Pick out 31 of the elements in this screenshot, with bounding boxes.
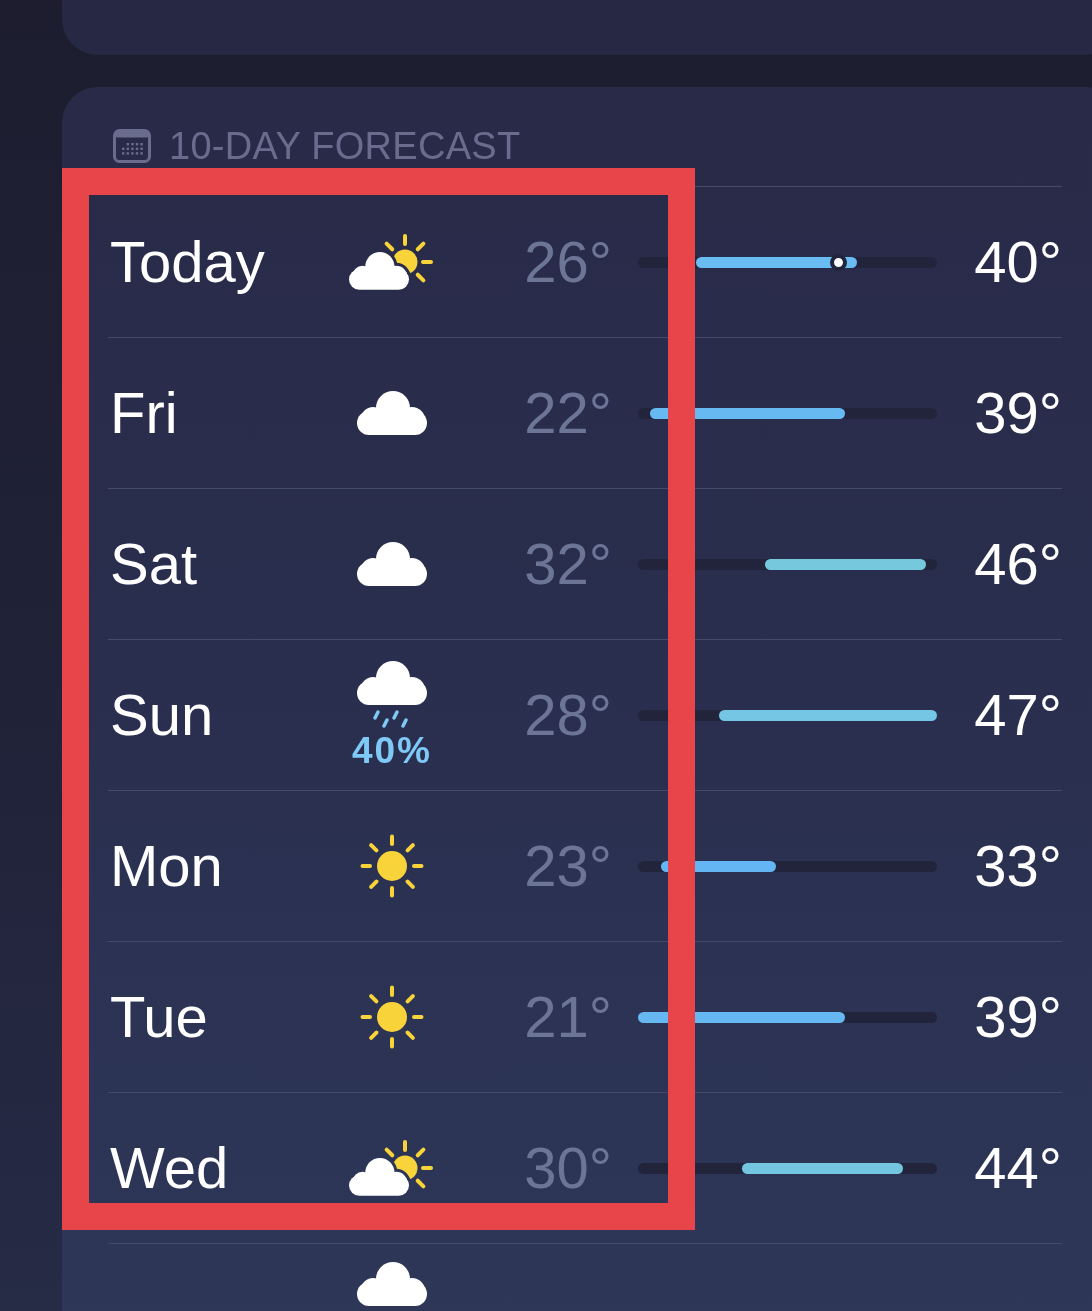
- day-label: Wed: [110, 1139, 229, 1197]
- day-label: Tue: [110, 988, 208, 1046]
- high-temperature: 39°: [974, 988, 1062, 1046]
- day-label: Sat: [110, 535, 198, 593]
- high-temperature: 33°: [974, 837, 1062, 895]
- precipitation-chance: 40%: [351, 731, 433, 770]
- calendar-icon: [113, 129, 151, 163]
- low-temperature: 28°: [524, 686, 612, 744]
- cloud-icon: [357, 1262, 427, 1306]
- cloud-icon: [357, 391, 427, 435]
- high-temperature: 47°: [974, 686, 1062, 744]
- high-temperature: 39°: [974, 384, 1062, 442]
- high-temperature: 44°: [974, 1139, 1062, 1197]
- day-label: Sun: [110, 686, 214, 744]
- section-title: 10-DAY FORECAST: [169, 125, 521, 167]
- low-temperature: 30°: [524, 1139, 612, 1197]
- sun-icon: [360, 985, 424, 1049]
- low-temperature: 22°: [524, 384, 612, 442]
- day-label: Mon: [110, 837, 223, 895]
- day-label: Fri: [110, 384, 178, 442]
- high-temperature: 40°: [974, 233, 1062, 291]
- low-temperature: 32°: [524, 535, 612, 593]
- low-temperature: 26°: [524, 233, 612, 291]
- high-temperature: 46°: [974, 535, 1062, 593]
- sun-icon: [360, 834, 424, 898]
- rain-cloud-icon: [357, 660, 427, 728]
- cloud-icon: [357, 542, 427, 586]
- low-temperature: 21°: [524, 988, 612, 1046]
- low-temperature: 23°: [524, 837, 612, 895]
- sun-behind-cloud-icon: [349, 1138, 435, 1198]
- sun-behind-cloud-icon: [349, 232, 435, 292]
